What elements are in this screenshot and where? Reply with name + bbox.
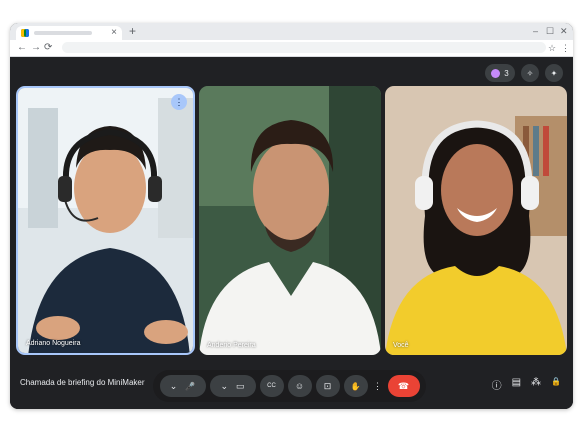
bottom-bar: Chamada de briefing do MiniMaker ⌄ 🎤 ⌄ ▭… [10, 369, 573, 403]
participant-name: Adriano Nogueira [26, 340, 81, 347]
camera-control-group: ⌄ ▭ [209, 375, 256, 397]
gemini-button[interactable]: ✦ [545, 64, 563, 82]
avatar-icon [491, 68, 501, 78]
participants-chip[interactable]: 3 [485, 64, 515, 82]
back-icon[interactable]: ← [17, 42, 27, 54]
more-horizontal-icon: ⋮ [174, 96, 184, 107]
browser-window: × + – ☐ ✕ ← → ⟳ ☆ ⋮ 3 ✧ ✦ ⋮ Adriano Nogu… [10, 23, 573, 409]
participant-video-2 [199, 86, 381, 355]
new-tab-button[interactable]: + [129, 25, 136, 37]
emoji-button[interactable]: ☺ [287, 375, 312, 397]
chevron-down-icon[interactable]: ⌄ [170, 381, 178, 392]
address-bar[interactable] [62, 42, 546, 53]
sparkle-icon: ✦ [550, 68, 558, 78]
side-panel-controls: ⓘ ▤ ⁂ 🔒 [492, 377, 561, 392]
hand-icon: ✋ [350, 381, 361, 391]
more-vertical-icon: ⋮ [373, 380, 382, 391]
more-options-button[interactable]: ⋮ [372, 375, 384, 397]
participant-tile-2[interactable]: Anderio Pereira [199, 86, 381, 355]
captions-icon: CC [267, 383, 276, 389]
participant-video-3 [385, 86, 567, 355]
host-controls-icon[interactable]: 🔒 [551, 377, 561, 392]
meeting-title: Chamada de briefing do MiniMaker [20, 378, 145, 387]
present-screen-icon: ⊡ [323, 380, 332, 391]
end-call-button[interactable]: ☎ [387, 375, 420, 397]
wand-icon: ✧ [526, 68, 534, 78]
browser-toolbar: ← → ⟳ ☆ ⋮ [10, 40, 573, 57]
minimize-icon[interactable]: – [533, 25, 538, 37]
close-window-icon[interactable]: ✕ [560, 25, 568, 37]
participant-tile-1[interactable]: ⋮ Adriano Nogueira [16, 86, 195, 355]
microphone-icon[interactable]: 🎤 [185, 382, 195, 391]
meet-call-area: 3 ✧ ✦ ⋮ Adriano Nogueira Anderio Pereira… [10, 57, 573, 409]
present-button[interactable]: ⊡ [315, 375, 340, 397]
participant-video-1 [18, 88, 193, 353]
raise-hand-button[interactable]: ✋ [343, 375, 368, 397]
participant-name: Você [393, 342, 409, 349]
effects-button[interactable]: ✧ [521, 64, 539, 82]
chevron-down-icon[interactable]: ⌄ [220, 381, 228, 392]
meet-favicon-icon [21, 29, 29, 37]
emoji-icon: ☺ [294, 381, 305, 391]
participant-tile-3[interactable]: Você [385, 86, 567, 355]
tab-close-icon[interactable]: × [111, 27, 117, 39]
activities-icon[interactable]: ⁂ [531, 377, 541, 392]
maximize-icon[interactable]: ☐ [546, 25, 554, 37]
tab-title-placeholder [34, 31, 92, 35]
active-tab[interactable]: × [16, 26, 122, 40]
camera-icon[interactable]: ▭ [236, 381, 245, 392]
tile-menu-button[interactable]: ⋮ [171, 94, 187, 110]
reload-icon[interactable]: ⟳ [44, 42, 52, 54]
bookmark-star-icon[interactable]: ☆ [548, 42, 556, 54]
chat-icon[interactable]: ▤ [512, 377, 521, 392]
phone-hangup-icon: ☎ [397, 380, 410, 391]
top-right-controls: 3 ✧ ✦ [485, 64, 563, 82]
mic-control-group: ⌄ 🎤 [159, 375, 206, 397]
tab-strip: × + – ☐ ✕ [10, 23, 573, 40]
browser-menu-icon[interactable]: ⋮ [561, 42, 570, 54]
participant-count: 3 [504, 68, 509, 78]
captions-button[interactable]: CC [259, 375, 284, 397]
call-controls: ⌄ 🎤 ⌄ ▭ CC ☺ ⊡ ✋ ⋮ ☎ [153, 370, 426, 402]
forward-icon[interactable]: → [31, 42, 41, 54]
info-icon[interactable]: ⓘ [492, 377, 502, 392]
participant-name: Anderio Pereira [207, 342, 256, 349]
